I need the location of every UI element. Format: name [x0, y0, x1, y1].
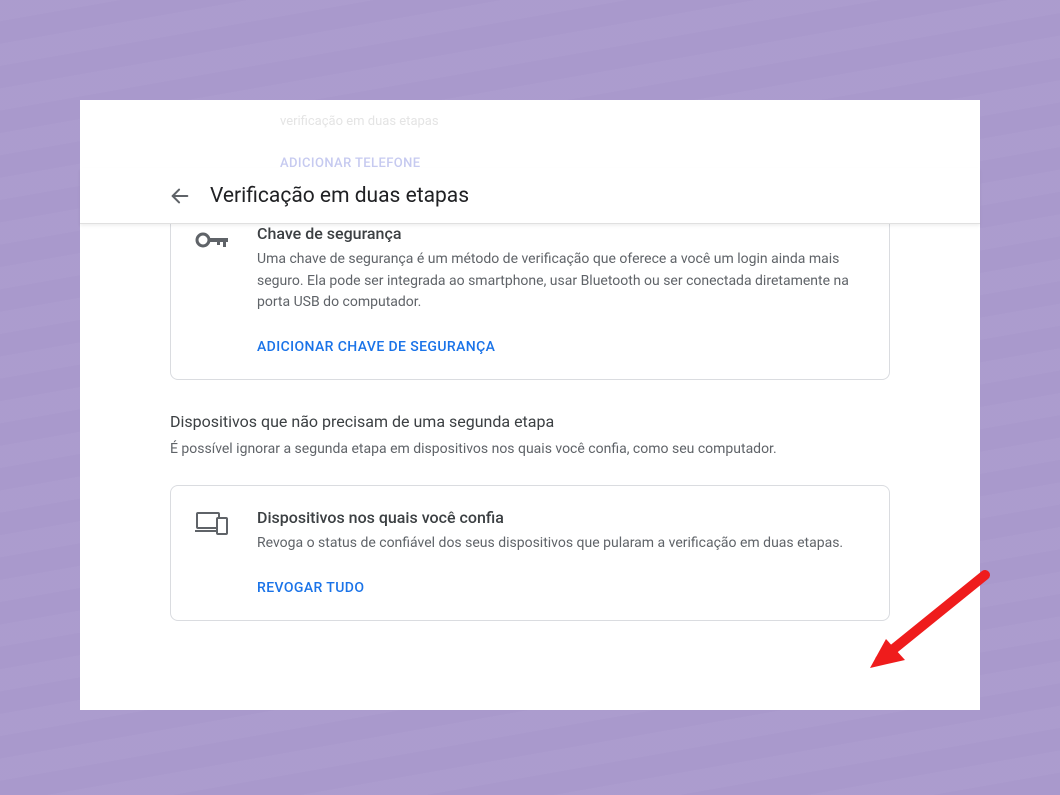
trusted-devices-subheading: É possível ignorar a segunda etapa em di… — [170, 441, 890, 457]
trusted-devices-description: Revoga o status de confiável dos seus di… — [257, 533, 865, 555]
settings-panel: verificação em duas etapas ADICIONAR TEL… — [80, 100, 980, 710]
trusted-devices-title: Dispositivos nos quais você confia — [257, 508, 865, 527]
page-header: Verificação em duas etapas — [80, 168, 980, 224]
faded-text: verificação em duas etapas — [280, 110, 980, 134]
back-button[interactable] — [168, 184, 192, 208]
security-key-title: Chave de segurança — [257, 224, 865, 243]
arrow-left-icon — [169, 185, 191, 207]
key-icon — [195, 224, 235, 355]
trusted-devices-heading: Dispositivos que não precisam de uma seg… — [170, 412, 890, 431]
content-area: Chave de segurança Uma chave de seguranç… — [80, 224, 980, 710]
revoke-all-button[interactable]: REVOGAR TUDO — [257, 580, 364, 596]
trusted-devices-card: Dispositivos nos quais você confia Revog… — [170, 485, 890, 621]
scrolled-content-peek: verificação em duas etapas ADICIONAR TEL… — [80, 100, 980, 168]
security-key-card: Chave de segurança Uma chave de seguranç… — [170, 224, 890, 380]
devices-icon — [195, 508, 235, 596]
security-key-description: Uma chave de segurança é um método de ve… — [257, 249, 865, 314]
page-title: Verificação em duas etapas — [210, 184, 469, 208]
add-security-key-button[interactable]: ADICIONAR CHAVE DE SEGURANÇA — [257, 339, 495, 355]
